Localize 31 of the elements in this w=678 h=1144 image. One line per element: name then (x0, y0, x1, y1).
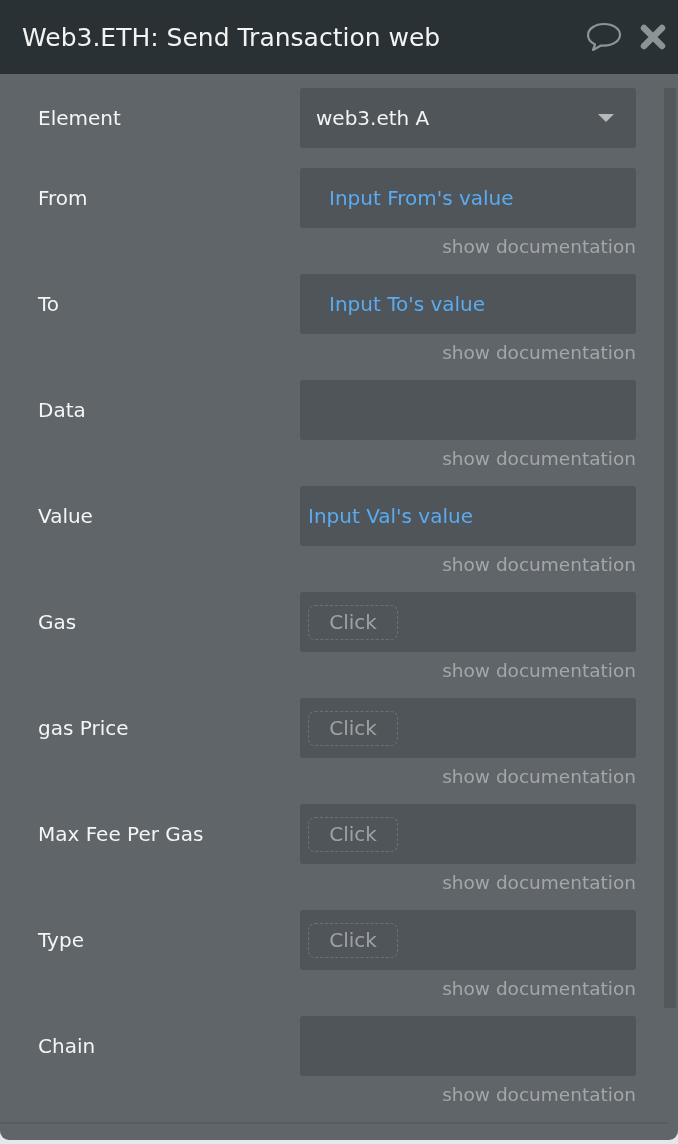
documentation-link[interactable]: show documentation (442, 970, 636, 1016)
dropdown[interactable]: web3.eth A (300, 88, 636, 148)
input-field[interactable]: Input From's value (300, 168, 636, 228)
caret-icon (598, 114, 614, 122)
documentation-link[interactable]: show documentation (442, 758, 636, 804)
comment-icon[interactable] (586, 22, 622, 52)
window-title: Web3.ETH: Send Transaction web (22, 22, 441, 52)
field-label: From (38, 185, 89, 212)
field-label: Gas (38, 609, 78, 636)
click-button[interactable]: Click (308, 604, 398, 640)
click-button[interactable]: Click (308, 710, 398, 746)
close-icon[interactable] (640, 24, 666, 50)
click-button[interactable]: Click (308, 816, 398, 852)
documentation-link[interactable]: show documentation (442, 1076, 636, 1122)
click-button[interactable]: Click (308, 922, 398, 958)
field-label: To (38, 291, 61, 318)
input-field[interactable]: Input Val's value (300, 486, 636, 546)
field-label: Value (38, 503, 94, 530)
documentation-link[interactable]: show documentation (442, 864, 636, 910)
field-label: Chain (38, 1033, 97, 1060)
documentation-link[interactable]: show documentation (442, 334, 636, 380)
field-label: Max Fee Per Gas (38, 821, 205, 848)
field-label: gas Price (38, 715, 130, 742)
documentation-link[interactable]: show documentation (442, 652, 636, 698)
documentation-link[interactable]: show documentation (442, 228, 636, 274)
field-label: Type (38, 927, 85, 954)
documentation-link[interactable]: show documentation (442, 546, 636, 592)
field-label: Element (38, 105, 122, 132)
input-field[interactable]: Input To's value (300, 274, 636, 334)
documentation-link[interactable]: show documentation (442, 440, 636, 486)
field-label: Data (38, 397, 87, 424)
